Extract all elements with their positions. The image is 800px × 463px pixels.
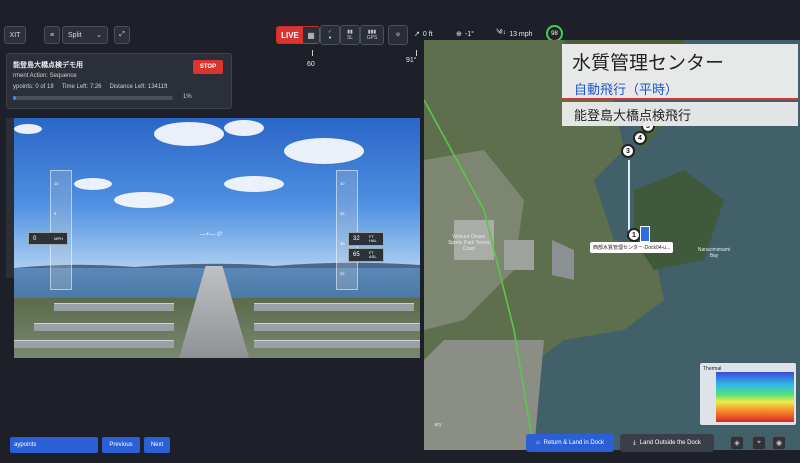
gps-label: GPS <box>366 35 378 41</box>
speed-readout: 0 MPH <box>28 232 68 245</box>
signal-indicator: ▮▮ SL <box>340 25 360 45</box>
altitude-tick: 25 <box>340 271 345 276</box>
mission-overlay-title: 水質管理センター 自動飛行（平時） <box>562 44 798 100</box>
dock-icon: ⌂ <box>536 440 540 446</box>
next-button[interactable]: Next <box>144 437 170 453</box>
waypoints-button[interactable]: aypoints <box>10 437 98 453</box>
altitude-gauge: 40 35 30 25 <box>336 170 358 290</box>
sports-park-label: Wakura Onsen Sports Park Tennis Court <box>448 234 490 252</box>
compass-tick <box>416 50 417 56</box>
return-land-dock-label: Return & Land in Dock <box>543 440 604 446</box>
distance-left: Distance Left: 13411ft <box>109 84 168 90</box>
land-outside-dock-button[interactable]: ⤓ Land Outside the Dock <box>620 434 714 452</box>
dock-marker[interactable] <box>640 226 650 242</box>
cloud <box>224 120 264 136</box>
chevron-down-icon: ⌄ <box>96 32 102 39</box>
dock-label: 西部水質管理センター-Dock04-u... <box>590 242 674 253</box>
camera-feed[interactable]: 10 5 0 0 MPH 40 35 30 25 32 FT HAL 65 FT… <box>14 118 420 358</box>
compass-tick <box>312 50 313 56</box>
cloud <box>154 122 224 146</box>
grid-icon[interactable]: ▦ <box>303 27 319 43</box>
time-left: Time Left: 7:26 <box>61 84 102 90</box>
speed-gauge: 10 5 0 <box>50 170 72 290</box>
cloud <box>224 176 284 192</box>
layout-select[interactable]: Split ⌄ <box>62 26 108 44</box>
crosshair-icon: —+— <box>200 232 216 238</box>
mission-title: 能登島大橋点検デモ用 <box>13 62 83 69</box>
live-group: LIVE ▦ <box>276 26 320 44</box>
camera-icon[interactable]: ◉ <box>772 436 786 450</box>
overlay-title-text: 水質管理センター <box>572 52 725 74</box>
mission-stats: ypoints: 0 of 18 Time Left: 7:26 Distanc… <box>13 84 167 90</box>
gimbal-indicator: ✓ ● <box>320 25 340 45</box>
signal-label: SL <box>346 35 354 41</box>
ascent-icon: ↗ <box>414 31 420 38</box>
compass-label: 91° <box>406 57 417 64</box>
compass-label: 60 <box>307 61 315 68</box>
water-tank <box>34 323 174 331</box>
altitude-tick: 35 <box>340 211 345 216</box>
mission-overlay-route: 能登島大橋点検飛行 <box>562 102 798 126</box>
altitude-tick: 40 <box>340 181 345 186</box>
mission-progress-label: 1% <box>183 94 192 100</box>
speed-unit: MPH <box>54 236 63 241</box>
waypoint-marker[interactable]: 3 <box>621 144 635 158</box>
land-outside-dock-label: Land Outside the Dock <box>639 440 701 446</box>
fullscreen-button[interactable]: ⤢ <box>114 26 130 44</box>
altitude-hal-unit: FT HAL <box>369 234 377 243</box>
recenter-icon[interactable]: ⌖ <box>752 436 766 450</box>
wind-value: 13 mph <box>509 30 533 38</box>
speed-tick: 5 <box>54 211 57 216</box>
cloud <box>114 192 174 208</box>
cloud <box>74 178 112 190</box>
waypoint-marker[interactable]: 1 <box>627 228 641 242</box>
pitch-value: 0° <box>217 232 223 238</box>
speed-tick: 10 <box>54 181 59 186</box>
altitude-hal-readout: 32 FT HAL <box>348 232 384 246</box>
overlay-subtitle-text: 自動飛行（平時） <box>574 83 679 98</box>
stop-button[interactable]: STOP <box>193 60 223 74</box>
water-tank <box>254 340 420 348</box>
cloud <box>284 138 364 164</box>
waypoint-count: ypoints: 0 of 18 <box>13 84 54 90</box>
thermal-preview[interactable]: Thermal <box>700 363 796 425</box>
speed-value: 0 <box>33 235 37 242</box>
altitude-asl-readout: 65 FT ASL <box>348 248 384 262</box>
bay-label: Nanaomimami Bay <box>697 247 731 259</box>
pitch-marker: —+— 0° <box>200 232 223 238</box>
settings-icon[interactable]: ⚙ <box>388 25 408 45</box>
heading-icon: ⊕ <box>456 31 462 38</box>
mission-action: rment Action: Sequence <box>13 73 77 79</box>
mission-progress-fill <box>13 96 17 100</box>
water-tank <box>14 340 174 348</box>
thermal-image <box>716 372 794 422</box>
layout-icon-button[interactable]: ≡ <box>44 26 60 44</box>
water-tank <box>254 303 414 311</box>
altitude-tick: 30 <box>340 241 345 246</box>
gps-indicator: ▮▮▮ GPS <box>360 25 384 45</box>
cloud <box>14 124 42 134</box>
return-land-dock-button[interactable]: ⌂ Return & Land in Dock <box>526 434 614 452</box>
drone-control-screen: XIT ≡ Split ⌄ ⤢ LIVE ▦ ✓ ● ▮▮ SL ▮▮▮ GPS ⚙ … <box>0 0 800 463</box>
altitude-value: 0 ft <box>422 30 433 38</box>
land-icon: ⤓ <box>633 439 636 446</box>
mission-panel: 能登島大橋点検デモ用 rment Action: Sequence ypoint… <box>6 53 232 109</box>
altitude-asl-unit: FT ASL <box>369 250 377 259</box>
exit-button[interactable]: XIT <box>4 26 26 44</box>
heading-value: -1° <box>464 30 474 38</box>
altitude-hal-value: 32 <box>353 236 360 242</box>
water-tank <box>254 323 420 331</box>
previous-button[interactable]: Previous <box>102 437 140 453</box>
layout-select-value: Split <box>68 31 82 39</box>
mission-progress-bar <box>13 96 173 100</box>
layers-icon[interactable]: ◈ <box>730 436 744 450</box>
altitude-asl-value: 65 <box>353 252 360 258</box>
live-button[interactable]: LIVE <box>277 27 303 43</box>
overlay-route-text: 能登島大橋点検飛行 <box>574 109 692 124</box>
water-tank <box>54 303 174 311</box>
side-tab-strip[interactable] <box>6 118 14 278</box>
map-corner-label: ary <box>434 422 442 428</box>
waypoint-marker[interactable]: 4 <box>633 131 647 145</box>
